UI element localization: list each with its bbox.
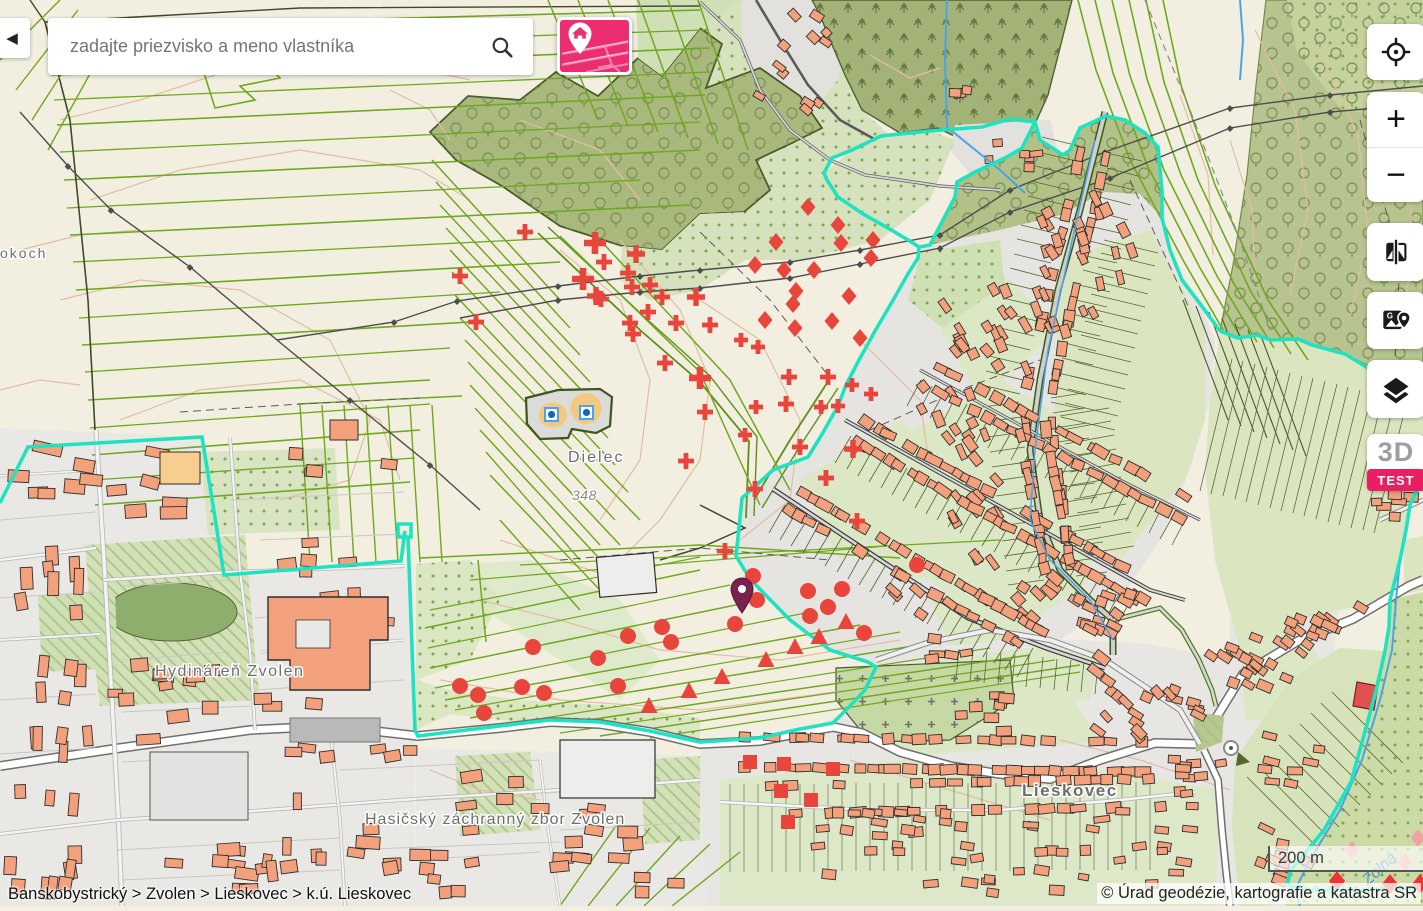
- svg-text:G: G: [1387, 311, 1393, 320]
- svg-text:348: 348: [572, 487, 597, 503]
- svg-text:Hydináreň Zvolen: Hydináreň Zvolen: [155, 663, 304, 680]
- svg-text:okoch: okoch: [0, 245, 47, 261]
- svg-text:Lieskovec: Lieskovec: [1022, 781, 1118, 800]
- svg-text:Hasičský záchranný zbor Zvolen: Hasičský záchranný zbor Zvolen: [365, 811, 625, 828]
- svg-text:Dielec: Dielec: [568, 449, 624, 466]
